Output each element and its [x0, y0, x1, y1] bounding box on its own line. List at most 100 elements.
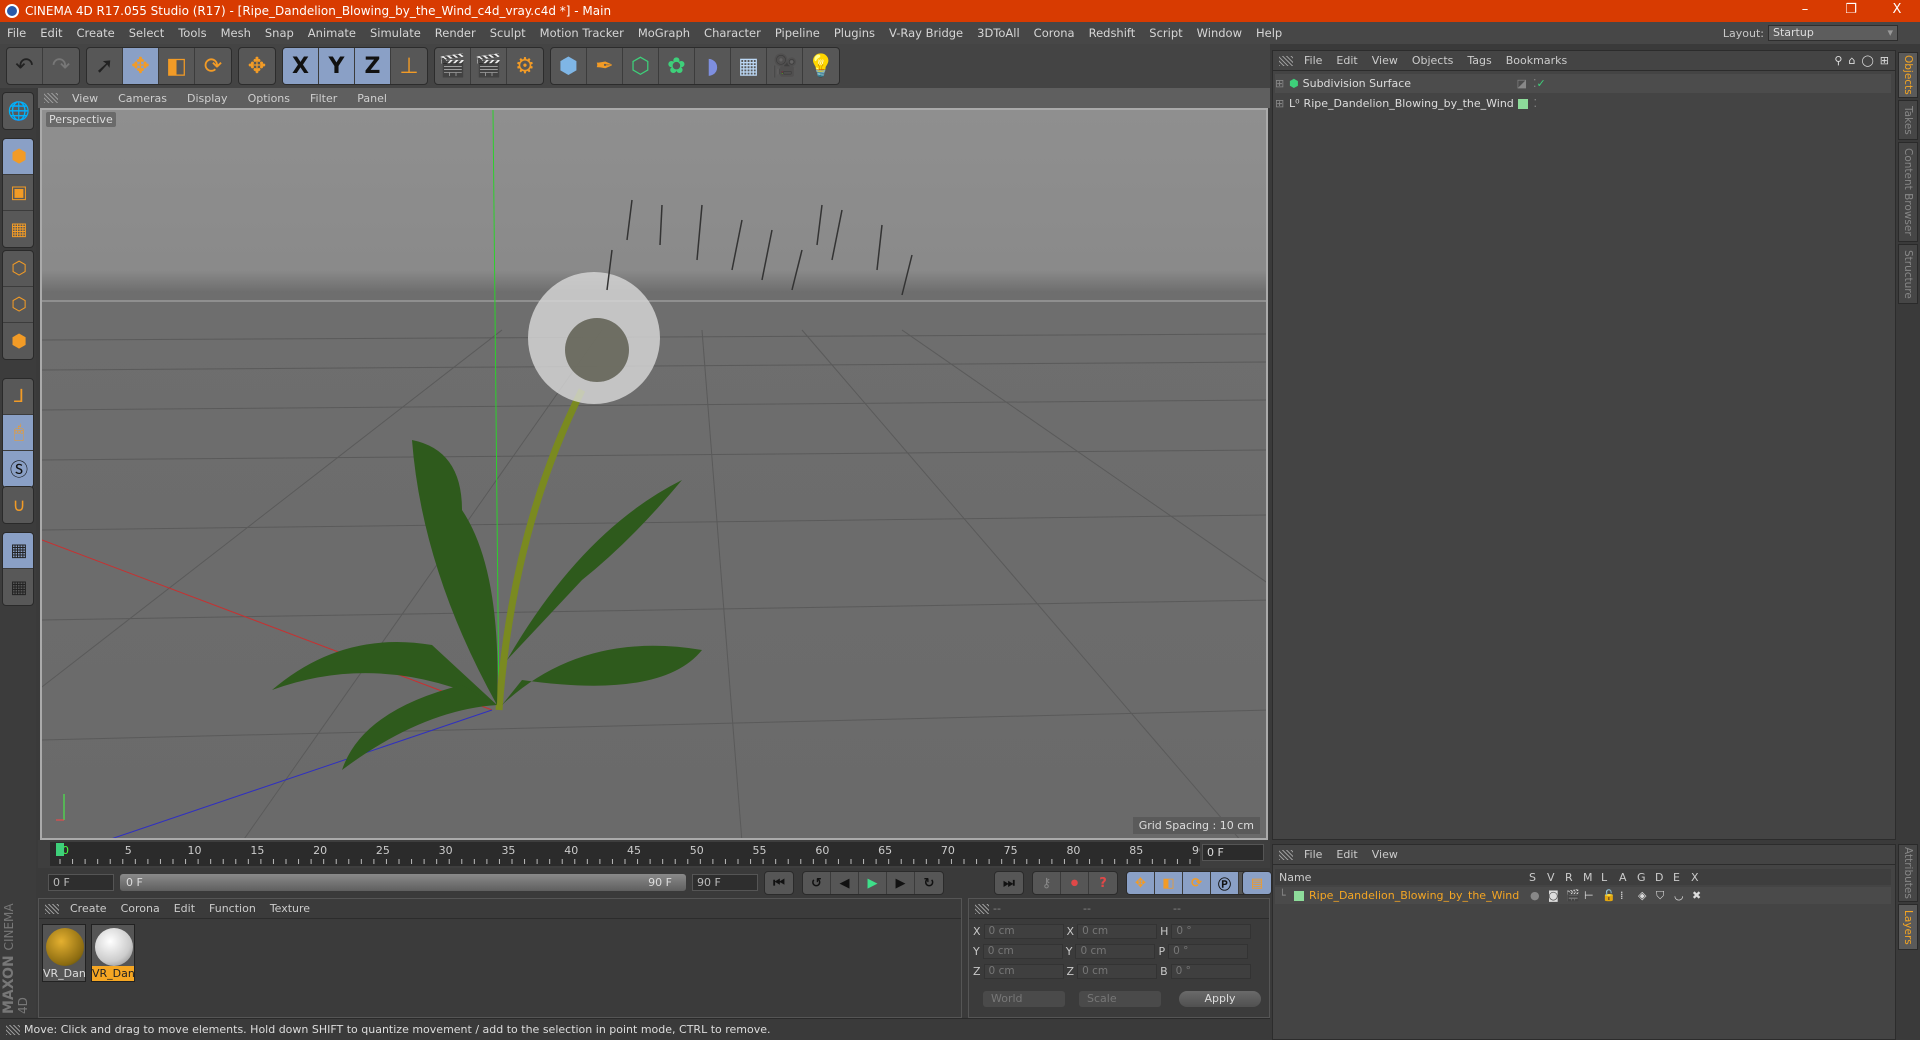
layers-menu-file[interactable]: File	[1297, 848, 1329, 861]
tweak-mode-icon[interactable]: 🖱	[3, 415, 33, 451]
column-view[interactable]: V	[1547, 871, 1565, 884]
menu-3dtoall[interactable]: 3DToAll	[970, 26, 1027, 40]
lock-workplane-icon[interactable]: ▦	[3, 533, 33, 569]
render-picture-viewer-icon[interactable]: 🎬	[471, 48, 507, 84]
tab-structure[interactable]: Structure	[1898, 244, 1918, 304]
render-settings-icon[interactable]: ⚙	[507, 48, 543, 84]
preview-range-slider[interactable]: 0 F 90 F	[120, 874, 686, 891]
layer-color-swatch[interactable]	[1517, 98, 1528, 109]
expand-icon[interactable]: ⊞	[1275, 97, 1289, 110]
play-icon[interactable]: ▶	[859, 872, 887, 894]
column-solo[interactable]: S	[1529, 871, 1547, 884]
object-name[interactable]: Ripe_Dandelion_Blowing_by_the_Wind	[1304, 97, 1518, 110]
timeline-ruler[interactable]: 051015202530354045505560657075808590	[50, 842, 1200, 866]
menu-file[interactable]: File	[0, 26, 33, 40]
menu-plugins[interactable]: Plugins	[827, 26, 882, 40]
z-axis-icon[interactable]: Z	[355, 48, 391, 84]
rotation-b-field[interactable]: 0 °	[1170, 964, 1251, 979]
key-rotation-icon[interactable]: ⟳	[1183, 872, 1211, 894]
viewport-menu-panel[interactable]: Panel	[347, 92, 397, 105]
subdivision-surface-icon[interactable]: ⬡	[623, 48, 659, 84]
menu-render[interactable]: Render	[428, 26, 483, 40]
menu-select[interactable]: Select	[122, 26, 171, 40]
material-swatch[interactable]: VR_Dan	[42, 924, 86, 982]
cube-icon[interactable]: ⬢	[551, 48, 587, 84]
column-xref[interactable]: X	[1691, 871, 1709, 884]
size-x-field[interactable]: 0 cm	[1077, 924, 1158, 939]
material-menu-create[interactable]: Create	[63, 902, 114, 915]
menu-pipeline[interactable]: Pipeline	[768, 26, 827, 40]
next-frame-icon[interactable]: ▶	[887, 872, 915, 894]
size-z-field[interactable]: 0 cm	[1077, 964, 1158, 979]
next-key-icon[interactable]: ↻	[915, 872, 943, 894]
objects-menu-tags[interactable]: Tags	[1460, 54, 1498, 67]
key-scale-icon[interactable]: ◧	[1155, 872, 1183, 894]
objects-menu-bookmarks[interactable]: Bookmarks	[1499, 54, 1574, 67]
menu-simulate[interactable]: Simulate	[363, 26, 428, 40]
column-render[interactable]: R	[1565, 871, 1583, 884]
floor-icon[interactable]: ▦	[731, 48, 767, 84]
apply-button[interactable]: Apply	[1179, 991, 1261, 1007]
max-frame-field[interactable]: 90 F	[692, 874, 758, 891]
view-toggle-icon[interactable]: ◙	[1548, 889, 1566, 902]
enabled-check-icon[interactable]: ✓	[1537, 77, 1546, 90]
menu-mograph[interactable]: MoGraph	[631, 26, 697, 40]
object-name[interactable]: Subdivision Surface	[1303, 77, 1517, 90]
tab-objects[interactable]: Objects	[1898, 52, 1918, 98]
align-workplane-icon[interactable]: ▦	[3, 569, 33, 605]
material-swatch-selected[interactable]: VR_Dan	[91, 924, 135, 982]
objects-menu-file[interactable]: File	[1297, 54, 1329, 67]
workplane-mode-icon[interactable]: ▦	[3, 211, 33, 247]
solo-icon[interactable]: Ⓢ	[3, 451, 33, 487]
column-expressions[interactable]: E	[1673, 871, 1691, 884]
coordinate-system-icon[interactable]: ⊥	[391, 48, 427, 84]
column-animation[interactable]: A	[1619, 871, 1637, 884]
viewport-menu-display[interactable]: Display	[177, 92, 238, 105]
go-to-end-icon[interactable]: ⏭	[995, 872, 1023, 894]
panel-grip-icon[interactable]	[1279, 849, 1293, 860]
playhead[interactable]	[56, 843, 64, 856]
panel-grip-icon[interactable]	[45, 903, 59, 914]
menu-corona[interactable]: Corona	[1027, 26, 1082, 40]
menu-vray-bridge[interactable]: V-Ray Bridge	[882, 26, 970, 40]
polygons-mode-icon[interactable]: ⬢	[3, 323, 33, 359]
tab-layers[interactable]: Layers	[1898, 904, 1918, 950]
close-button[interactable]: X	[1874, 0, 1920, 22]
camera-label[interactable]: Perspective	[46, 112, 116, 127]
manager-toggle-icon[interactable]: ⊢	[1584, 889, 1602, 902]
material-menu-corona[interactable]: Corona	[114, 902, 167, 915]
menu-help[interactable]: Help	[1249, 26, 1289, 40]
coordinate-mode-dropdown[interactable]: World	[983, 991, 1065, 1007]
menu-animate[interactable]: Animate	[301, 26, 363, 40]
make-editable-icon[interactable]: 🌐	[3, 93, 33, 129]
size-mode-dropdown[interactable]: Scale	[1079, 991, 1161, 1007]
objects-menu-objects[interactable]: Objects	[1405, 54, 1461, 67]
menu-window[interactable]: Window	[1190, 26, 1249, 40]
tab-attributes[interactable]: Attributes	[1898, 844, 1918, 902]
menu-snap[interactable]: Snap	[258, 26, 301, 40]
layer-tag-icon[interactable]: ◪	[1517, 77, 1527, 90]
menu-sculpt[interactable]: Sculpt	[483, 26, 533, 40]
column-generators[interactable]: G	[1637, 871, 1655, 884]
search-icon[interactable]: ⚲	[1834, 54, 1842, 67]
animation-toggle-icon[interactable]: ⁞	[1620, 889, 1638, 902]
objects-menu-view[interactable]: View	[1365, 54, 1405, 67]
model-mode-icon[interactable]: ⬢	[3, 139, 33, 175]
minimize-button[interactable]: –	[1782, 0, 1828, 22]
select-tool-icon[interactable]: ➚	[87, 48, 123, 84]
expand-icon[interactable]: ⊞	[1275, 77, 1289, 90]
material-menu-texture[interactable]: Texture	[263, 902, 317, 915]
column-name[interactable]: Name	[1275, 871, 1529, 884]
position-y-field[interactable]: 0 cm	[982, 944, 1063, 959]
texture-mode-icon[interactable]: ▣	[3, 175, 33, 211]
object-row[interactable]: ⊞ ⬢ Subdivision Surface ◪ ⁚ ✓	[1275, 74, 1891, 93]
object-row[interactable]: ⊞ L⁰ Ripe_Dandelion_Blowing_by_the_Wind …	[1275, 94, 1891, 113]
panel-grip-icon[interactable]	[44, 93, 58, 103]
tab-content-browser[interactable]: Content Browser	[1898, 142, 1918, 242]
column-manager[interactable]: M	[1583, 871, 1601, 884]
position-x-field[interactable]: 0 cm	[983, 924, 1064, 939]
snap-icon[interactable]: ∪	[3, 487, 33, 523]
material-menu-edit[interactable]: Edit	[167, 902, 202, 915]
keyframe-selection-icon[interactable]: ?	[1089, 872, 1117, 894]
key-parameter-icon[interactable]: Ⓟ	[1211, 872, 1239, 894]
